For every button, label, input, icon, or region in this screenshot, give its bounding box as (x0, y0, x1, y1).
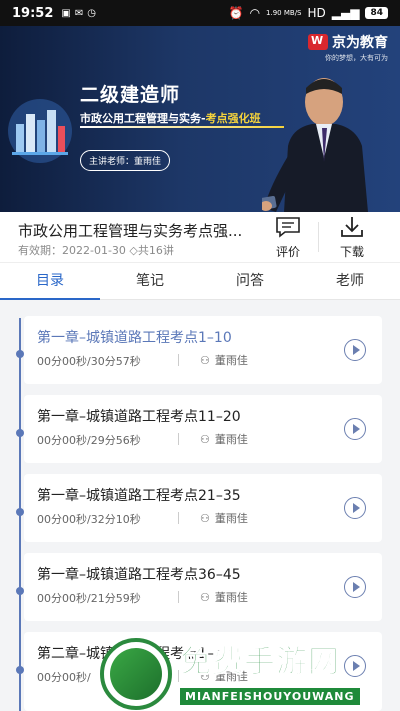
teacher-icon: ⚇ (200, 590, 210, 604)
watermark: 免费手游网 MIANFEISHOUYOUWANG (100, 634, 400, 711)
city-illustration-icon (8, 99, 72, 163)
lesson-item[interactable]: 第一章–城镇道路工程考点1–10 00分00秒/30分57秒 ⚇ 董雨佳 (24, 316, 382, 384)
watermark-subtext: MIANFEISHOUYOUWANG (180, 688, 360, 705)
signal-icon: ▂▄▆ (331, 6, 360, 20)
lesson-progress: 00分00秒/21分59秒 (37, 592, 141, 605)
separator (178, 354, 179, 366)
lecturer-figure (262, 78, 368, 212)
tab-bar: 目录 笔记 问答 老师 (0, 262, 400, 300)
download-button[interactable]: 下载 (332, 216, 372, 260)
message-icon: ✉ (74, 7, 84, 19)
net-speed: 1.90 MB/S (266, 8, 302, 17)
tab-notes[interactable]: 笔记 (100, 263, 200, 299)
wifi-icon: ◠ (249, 6, 261, 20)
clock-app-icon: ◷ (87, 7, 96, 19)
lesson-item[interactable]: 第一章–城镇道路工程考点21–35 00分00秒/32分10秒 ⚇ 董雨佳 (24, 474, 382, 542)
play-icon[interactable] (344, 339, 366, 361)
watermark-logo-icon (100, 638, 172, 710)
play-icon[interactable] (344, 418, 366, 440)
lesson-teacher: 董雨佳 (214, 512, 248, 525)
brand-slogan: 你的梦想，大有可为 (325, 54, 388, 62)
lesson-title: 第一章–城镇道路工程考点1–10 (37, 330, 232, 346)
lesson-progress: 00分00秒/ (37, 671, 91, 684)
lesson-progress: 00分00秒/30分57秒 (37, 355, 141, 368)
video-player[interactable]: 京为教育 你的梦想，大有可为 二级建造师 市政公用工程管理与实务-考点强化班 主… (0, 26, 400, 212)
separator (178, 591, 179, 603)
lesson-progress: 00分00秒/32分10秒 (37, 513, 141, 526)
network-type: HD (307, 6, 326, 20)
course-meta: 有效期：2022-01-30 ◇共16讲 (18, 244, 174, 257)
tab-teacher[interactable]: 老师 (300, 263, 400, 299)
play-icon[interactable] (344, 497, 366, 519)
timeline-dot (16, 350, 24, 358)
watermark-text: 免费手游网 (180, 644, 340, 681)
subtitle-underline (80, 126, 284, 128)
teacher-icon: ⚇ (200, 511, 210, 525)
teacher-pill: 主讲老师：董雨佳 (80, 150, 171, 171)
evaluate-button[interactable]: 评价 (270, 216, 306, 260)
course-info: 市政公用工程管理与实务考点强... 有效期：2022-01-30 ◇共16讲 评… (0, 212, 400, 262)
separator (178, 433, 179, 445)
tab-qa[interactable]: 问答 (200, 263, 300, 299)
lesson-teacher: 董雨佳 (214, 591, 248, 604)
alarm-icon: ⏰ (228, 6, 244, 20)
lesson-item[interactable]: 第一章–城镇道路工程考点11–20 00分00秒/29分56秒 ⚇ 董雨佳 (24, 395, 382, 463)
action-divider (318, 222, 319, 252)
evaluate-label: 评价 (275, 245, 300, 259)
battery-indicator: 84 (365, 7, 388, 19)
video-title: 二级建造师 (80, 84, 181, 106)
timeline-dot (16, 508, 24, 516)
clock: 19:52 (12, 5, 54, 21)
notification-icon: ▣ (61, 7, 71, 19)
timeline-dot (16, 429, 24, 437)
separator (178, 512, 179, 524)
teacher-icon: ⚇ (200, 432, 210, 446)
status-bar: 19:52 ▣ ✉ ◷ ⏰ ◠ 1.90 MB/S HD ▂▄▆ 84 (0, 0, 400, 26)
download-label: 下载 (339, 245, 364, 259)
lesson-teacher: 董雨佳 (214, 354, 248, 367)
timeline-dot (16, 666, 24, 674)
lesson-title: 第一章–城镇道路工程考点21–35 (37, 488, 241, 504)
play-icon[interactable] (344, 576, 366, 598)
lesson-progress: 00分00秒/29分56秒 (37, 434, 141, 447)
brand: 京为教育 你的梦想，大有可为 (308, 32, 388, 63)
video-subtitle: 市政公用工程管理与实务-考点强化班 (80, 112, 261, 125)
lesson-item[interactable]: 第一章–城镇道路工程考点36–45 00分00秒/21分59秒 ⚇ 董雨佳 (24, 553, 382, 621)
lesson-teacher: 董雨佳 (214, 433, 248, 446)
lesson-title: 第一章–城镇道路工程考点11–20 (37, 409, 241, 425)
comment-icon (276, 217, 300, 238)
teacher-icon: ⚇ (200, 353, 210, 367)
tab-catalog[interactable]: 目录 (0, 263, 100, 300)
timeline-dot (16, 587, 24, 595)
course-title: 市政公用工程管理与实务考点强... (18, 222, 243, 240)
brand-name: 京为教育 (332, 35, 388, 51)
download-icon (341, 217, 363, 237)
brand-logo-icon (308, 34, 328, 50)
lesson-title: 第一章–城镇道路工程考点36–45 (37, 567, 241, 583)
